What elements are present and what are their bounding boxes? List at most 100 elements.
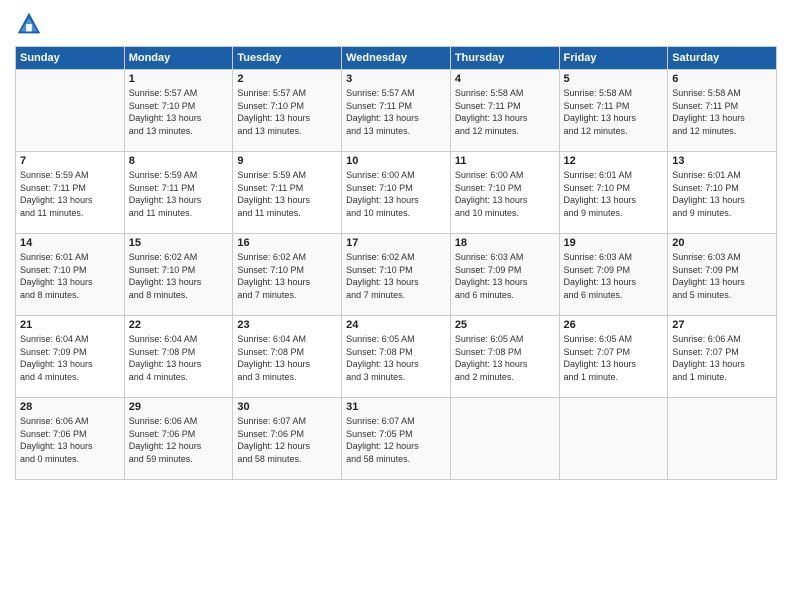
day-number: 2 <box>237 73 337 85</box>
calendar-cell <box>16 70 125 152</box>
calendar-cell: 29Sunrise: 6:06 AMSunset: 7:06 PMDayligh… <box>124 398 233 480</box>
calendar-cell: 11 Sunrise: 6:00 AMSunset: 7:10 PMDayligh… <box>450 152 559 234</box>
header-day-thursday: Thursday <box>450 47 559 70</box>
day-number: 1 <box>129 73 229 85</box>
day-number: 30 <box>237 401 337 413</box>
calendar-cell: 18 Sunrise: 6:03 AMSunset: 7:09 PMDayligh… <box>450 234 559 316</box>
day-info: Sunrise: 6:03 AMSunset: 7:09 PMDaylight:… <box>564 251 664 301</box>
day-number: 31 <box>346 401 446 413</box>
day-info: Sunrise: 6:01 AMSunset: 7:10 PMDaylight:… <box>564 169 664 219</box>
day-info: Sunrise: 5:59 AMSunset: 7:11 PMDaylight:… <box>20 169 120 219</box>
day-number: 9 <box>237 155 337 167</box>
day-number: 20 <box>672 237 772 249</box>
day-number: 10 <box>346 155 446 167</box>
week-row-3: 14 Sunrise: 6:01 AMSunset: 7:10 PMDayligh… <box>16 234 777 316</box>
header-day-tuesday: Tuesday <box>233 47 342 70</box>
week-row-1: 1 Sunrise: 5:57 AMSunset: 7:10 PMDaylight… <box>16 70 777 152</box>
calendar-cell: 10 Sunrise: 6:00 AMSunset: 7:10 PMDayligh… <box>342 152 451 234</box>
calendar-cell: 28 Sunrise: 6:06 AMSunset: 7:06 PMDayligh… <box>16 398 125 480</box>
calendar-cell: 27 Sunrise: 6:06 AMSunset: 7:07 PMDayligh… <box>668 316 777 398</box>
day-info: Sunrise: 6:04 AMSunset: 7:08 PMDaylight:… <box>129 333 229 383</box>
day-number: 13 <box>672 155 772 167</box>
day-number: 18 <box>455 237 555 249</box>
day-number: 12 <box>564 155 664 167</box>
header <box>15 10 777 38</box>
day-number: 4 <box>455 73 555 85</box>
calendar-cell: 14 Sunrise: 6:01 AMSunset: 7:10 PMDayligh… <box>16 234 125 316</box>
calendar-cell: 26 Sunrise: 6:05 AMSunset: 7:07 PMDayligh… <box>559 316 668 398</box>
day-info: Sunrise: 6:07 AMSunset: 7:06 PMDaylight:… <box>237 415 337 465</box>
day-number: 29 <box>129 401 229 413</box>
day-number: 6 <box>672 73 772 85</box>
day-number: 19 <box>564 237 664 249</box>
day-number: 11 <box>455 155 555 167</box>
logo-icon <box>15 10 43 38</box>
calendar-cell <box>559 398 668 480</box>
day-info: Sunrise: 6:00 AMSunset: 7:10 PMDaylight:… <box>346 169 446 219</box>
calendar-cell: 17Sunrise: 6:02 AMSunset: 7:10 PMDayligh… <box>342 234 451 316</box>
calendar-table: SundayMondayTuesdayWednesdayThursdayFrid… <box>15 46 777 480</box>
calendar-cell: 5 Sunrise: 5:58 AMSunset: 7:11 PMDaylight… <box>559 70 668 152</box>
day-number: 25 <box>455 319 555 331</box>
day-info: Sunrise: 5:58 AMSunset: 7:11 PMDaylight:… <box>672 87 772 137</box>
week-row-2: 7 Sunrise: 5:59 AMSunset: 7:11 PMDaylight… <box>16 152 777 234</box>
day-info: Sunrise: 6:02 AMSunset: 7:10 PMDaylight:… <box>129 251 229 301</box>
calendar-cell: 23Sunrise: 6:04 AMSunset: 7:08 PMDayligh… <box>233 316 342 398</box>
day-number: 27 <box>672 319 772 331</box>
day-number: 14 <box>20 237 120 249</box>
logo <box>15 10 47 38</box>
day-info: Sunrise: 6:04 AMSunset: 7:09 PMDaylight:… <box>20 333 120 383</box>
day-number: 15 <box>129 237 229 249</box>
calendar-cell: 19 Sunrise: 6:03 AMSunset: 7:09 PMDayligh… <box>559 234 668 316</box>
calendar-cell <box>668 398 777 480</box>
calendar-cell: 13Sunrise: 6:01 AMSunset: 7:10 PMDayligh… <box>668 152 777 234</box>
day-number: 5 <box>564 73 664 85</box>
day-info: Sunrise: 6:06 AMSunset: 7:06 PMDaylight:… <box>20 415 120 465</box>
calendar-cell: 16 Sunrise: 6:02 AMSunset: 7:10 PMDayligh… <box>233 234 342 316</box>
day-number: 24 <box>346 319 446 331</box>
calendar-body: 1 Sunrise: 5:57 AMSunset: 7:10 PMDaylight… <box>16 70 777 480</box>
day-info: Sunrise: 6:02 AMSunset: 7:10 PMDaylight:… <box>237 251 337 301</box>
header-row: SundayMondayTuesdayWednesdayThursdayFrid… <box>16 47 777 70</box>
calendar-cell: 20 Sunrise: 6:03 AMSunset: 7:09 PMDayligh… <box>668 234 777 316</box>
day-info: Sunrise: 6:06 AMSunset: 7:07 PMDaylight:… <box>672 333 772 383</box>
day-number: 21 <box>20 319 120 331</box>
day-info: Sunrise: 5:59 AMSunset: 7:11 PMDaylight:… <box>129 169 229 219</box>
calendar-cell <box>450 398 559 480</box>
day-info: Sunrise: 6:07 AMSunset: 7:05 PMDaylight:… <box>346 415 446 465</box>
day-info: Sunrise: 5:57 AMSunset: 7:11 PMDaylight:… <box>346 87 446 137</box>
calendar-cell: 4Sunrise: 5:58 AMSunset: 7:11 PMDaylight… <box>450 70 559 152</box>
day-info: Sunrise: 6:01 AMSunset: 7:10 PMDaylight:… <box>20 251 120 301</box>
calendar-cell: 25 Sunrise: 6:05 AMSunset: 7:08 PMDayligh… <box>450 316 559 398</box>
day-info: Sunrise: 5:57 AMSunset: 7:10 PMDaylight:… <box>237 87 337 137</box>
day-number: 26 <box>564 319 664 331</box>
day-info: Sunrise: 5:58 AMSunset: 7:11 PMDaylight:… <box>564 87 664 137</box>
calendar-cell: 31 Sunrise: 6:07 AMSunset: 7:05 PMDayligh… <box>342 398 451 480</box>
day-number: 22 <box>129 319 229 331</box>
header-day-monday: Monday <box>124 47 233 70</box>
week-row-5: 28 Sunrise: 6:06 AMSunset: 7:06 PMDayligh… <box>16 398 777 480</box>
day-number: 8 <box>129 155 229 167</box>
calendar-cell: 15 Sunrise: 6:02 AMSunset: 7:10 PMDayligh… <box>124 234 233 316</box>
header-day-wednesday: Wednesday <box>342 47 451 70</box>
calendar-cell: 2 Sunrise: 5:57 AMSunset: 7:10 PMDaylight… <box>233 70 342 152</box>
day-number: 7 <box>20 155 120 167</box>
calendar-cell: 3Sunrise: 5:57 AMSunset: 7:11 PMDaylight… <box>342 70 451 152</box>
day-info: Sunrise: 6:03 AMSunset: 7:09 PMDaylight:… <box>455 251 555 301</box>
page: SundayMondayTuesdayWednesdayThursdayFrid… <box>0 0 792 490</box>
calendar-cell: 21 Sunrise: 6:04 AMSunset: 7:09 PMDayligh… <box>16 316 125 398</box>
day-number: 28 <box>20 401 120 413</box>
day-info: Sunrise: 6:05 AMSunset: 7:07 PMDaylight:… <box>564 333 664 383</box>
calendar-cell: 30 Sunrise: 6:07 AMSunset: 7:06 PMDayligh… <box>233 398 342 480</box>
header-day-friday: Friday <box>559 47 668 70</box>
calendar-cell: 8 Sunrise: 5:59 AMSunset: 7:11 PMDaylight… <box>124 152 233 234</box>
day-info: Sunrise: 5:59 AMSunset: 7:11 PMDaylight:… <box>237 169 337 219</box>
day-number: 23 <box>237 319 337 331</box>
day-info: Sunrise: 6:00 AMSunset: 7:10 PMDaylight:… <box>455 169 555 219</box>
day-info: Sunrise: 6:02 AMSunset: 7:10 PMDaylight:… <box>346 251 446 301</box>
day-info: Sunrise: 6:05 AMSunset: 7:08 PMDaylight:… <box>346 333 446 383</box>
day-number: 16 <box>237 237 337 249</box>
day-info: Sunrise: 6:03 AMSunset: 7:09 PMDaylight:… <box>672 251 772 301</box>
day-info: Sunrise: 6:05 AMSunset: 7:08 PMDaylight:… <box>455 333 555 383</box>
header-day-saturday: Saturday <box>668 47 777 70</box>
